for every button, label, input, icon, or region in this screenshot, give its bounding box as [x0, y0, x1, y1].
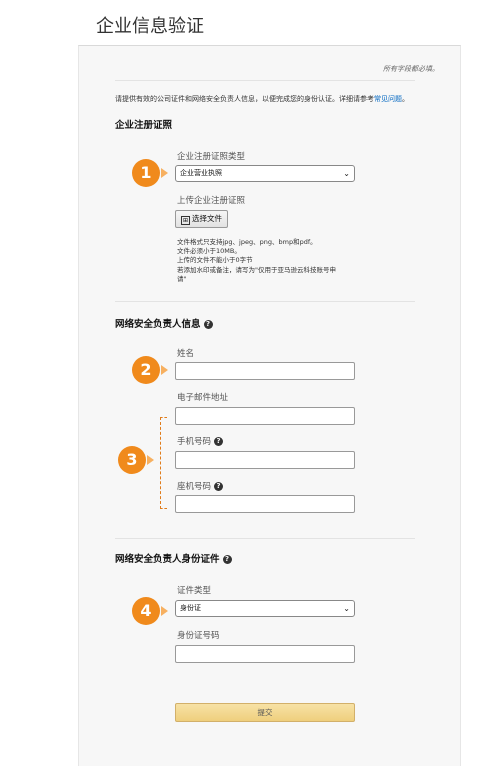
id-type-label: 证件类型: [177, 586, 212, 596]
badge-pointer: [147, 455, 154, 465]
section-title-registration: 企业注册证照: [115, 120, 173, 131]
file-note: 上传的文件不能小于0字节: [177, 256, 253, 265]
name-input[interactable]: [175, 362, 355, 380]
file-note: 若添加水印或备注，请写为"仅用于亚马逊云科技账号申请": [177, 265, 336, 283]
question-circle-icon[interactable]: ?: [214, 482, 224, 491]
upload-label: 上传企业注册证照: [177, 196, 246, 206]
email-label: 电子邮件地址: [177, 393, 229, 403]
step-badge-4: 4: [132, 597, 160, 625]
section-title-security-contact: 网络安全负责人信息?: [115, 316, 213, 330]
section-title-security-id: 网络安全负责人身份证件?: [115, 551, 232, 565]
name-label: 姓名: [177, 349, 195, 359]
mobile-label: 手机号码?: [177, 435, 224, 447]
cert-type-label: 企业注册证照类型: [177, 152, 246, 162]
landline-input[interactable]: [175, 495, 355, 513]
divider: [115, 301, 415, 302]
question-circle-icon[interactable]: ?: [203, 320, 213, 329]
badge-pointer: [161, 168, 168, 178]
id-number-label: 身份证号码: [177, 631, 220, 641]
badge-pointer: [161, 365, 168, 375]
divider: [115, 80, 415, 81]
id-number-input[interactable]: [175, 645, 355, 663]
chevron-down-icon: ⌄: [343, 169, 350, 178]
cert-type-select[interactable]: 企业营业执照 ⌄: [175, 165, 355, 182]
divider: [115, 538, 415, 539]
verification-form-panel: 所有字段都必填。 请提供有效的公司证件和网络安全负责人信息，以便完成您的身份认证…: [78, 45, 461, 766]
file-requirements: 文件格式只支持jpg、jpeg、png、bmp和pdf。 文件必须小于10MB。…: [177, 238, 337, 284]
question-circle-icon[interactable]: ?: [214, 437, 224, 446]
badge-pointer: [161, 606, 168, 616]
page-title: 企业信息验证: [96, 16, 204, 37]
submit-button[interactable]: 提交: [175, 703, 355, 722]
required-note: 所有字段都必填。: [383, 65, 439, 73]
mobile-input[interactable]: [175, 451, 355, 469]
step-badge-3: 3: [118, 446, 146, 474]
faq-link[interactable]: 常见问题: [374, 95, 402, 103]
upload-icon: ⊞: [181, 216, 190, 225]
file-note: 文件格式只支持jpg、jpeg、png、bmp和pdf。: [177, 238, 317, 246]
intro-text: 请提供有效的公司证件和网络安全负责人信息，以便完成您的身份认证。详细请参考常见问…: [115, 95, 409, 103]
step-badge-2: 2: [132, 356, 160, 384]
question-circle-icon[interactable]: ?: [222, 555, 232, 564]
group-bracket: [160, 417, 167, 509]
chevron-down-icon: ⌄: [343, 604, 350, 613]
step-badge-1: 1: [132, 159, 160, 187]
choose-file-button[interactable]: ⊞ 选择文件: [175, 210, 228, 228]
email-input[interactable]: [175, 407, 355, 425]
id-type-select[interactable]: 身份证 ⌄: [175, 600, 355, 617]
landline-label: 座机号码?: [177, 480, 224, 492]
